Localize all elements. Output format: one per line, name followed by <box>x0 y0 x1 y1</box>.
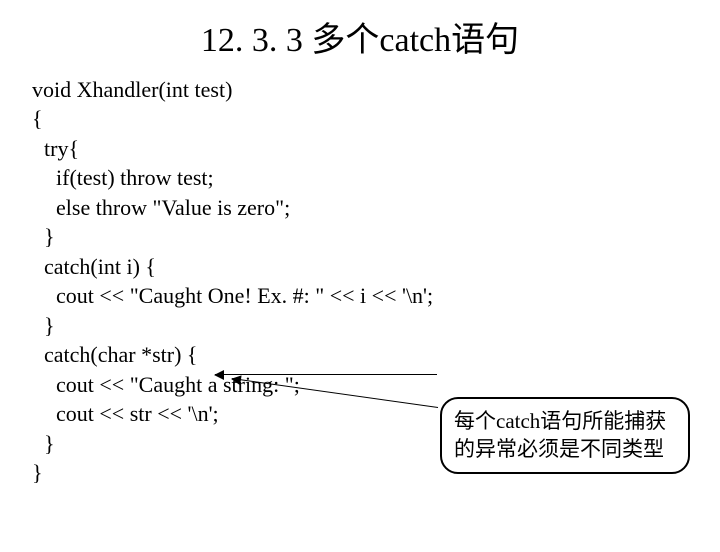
code-line: catch(int i) { <box>44 252 720 281</box>
code-line: else throw "Value is zero"; <box>56 193 720 222</box>
code-line: void Xhandler(int test) <box>32 75 720 104</box>
callout-text: 的异常必须是不同类型 <box>454 435 676 463</box>
code-line: } <box>44 311 720 340</box>
code-line: { <box>32 104 720 133</box>
arrow-icon <box>215 374 437 375</box>
slide-title: 12. 3. 3 多个catch语句 <box>0 12 720 61</box>
callout-text: 每个catch语句所能捕获 <box>454 407 676 435</box>
code-line: catch(char *str) { <box>44 340 720 369</box>
code-line: } <box>44 222 720 251</box>
code-line: try{ <box>44 134 720 163</box>
code-line: if(test) throw test; <box>56 163 720 192</box>
code-line: cout << "Caught One! Ex. #: " << i << '\… <box>56 281 720 310</box>
callout-box: 每个catch语句所能捕获 的异常必须是不同类型 <box>440 397 690 474</box>
